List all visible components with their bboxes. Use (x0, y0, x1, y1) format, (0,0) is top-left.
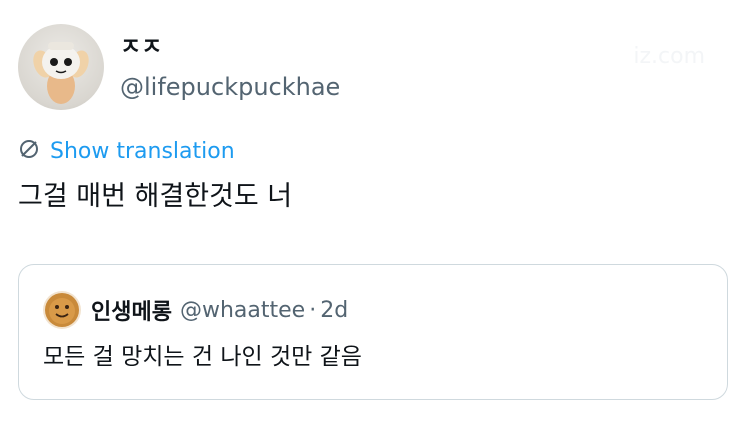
author-avatar[interactable] (18, 24, 104, 110)
doll-figure-icon (33, 42, 89, 104)
quoted-tweet[interactable]: 인생메롱 @whaattee · 2d 모든 걸 망치는 건 나인 것만 같음 (18, 264, 728, 400)
watermark: iz.com (633, 44, 705, 69)
tweet-header: ㅈㅈ @lifepuckpuckhae (18, 24, 340, 110)
quoted-text: 모든 걸 망치는 건 나인 것만 같음 (43, 344, 362, 370)
show-translation-button[interactable]: Show translation (18, 138, 235, 164)
globe-slash-icon (18, 138, 40, 164)
separator-dot: · (309, 297, 317, 323)
quoted-timestamp[interactable]: 2d (320, 298, 348, 323)
quoted-avatar[interactable] (43, 291, 81, 329)
quoted-display-name[interactable]: 인생메롱 (91, 294, 172, 326)
quoted-handle[interactable]: @whaattee (180, 298, 305, 323)
author-handle[interactable]: @lifepuckpuckhae (120, 70, 340, 104)
author-display-name[interactable]: ㅈㅈ (120, 32, 340, 62)
tweet-text: 그걸 매번 해결한것도 너 (18, 181, 293, 212)
show-translation-label: Show translation (50, 138, 235, 164)
cookie-face-icon (45, 293, 79, 327)
